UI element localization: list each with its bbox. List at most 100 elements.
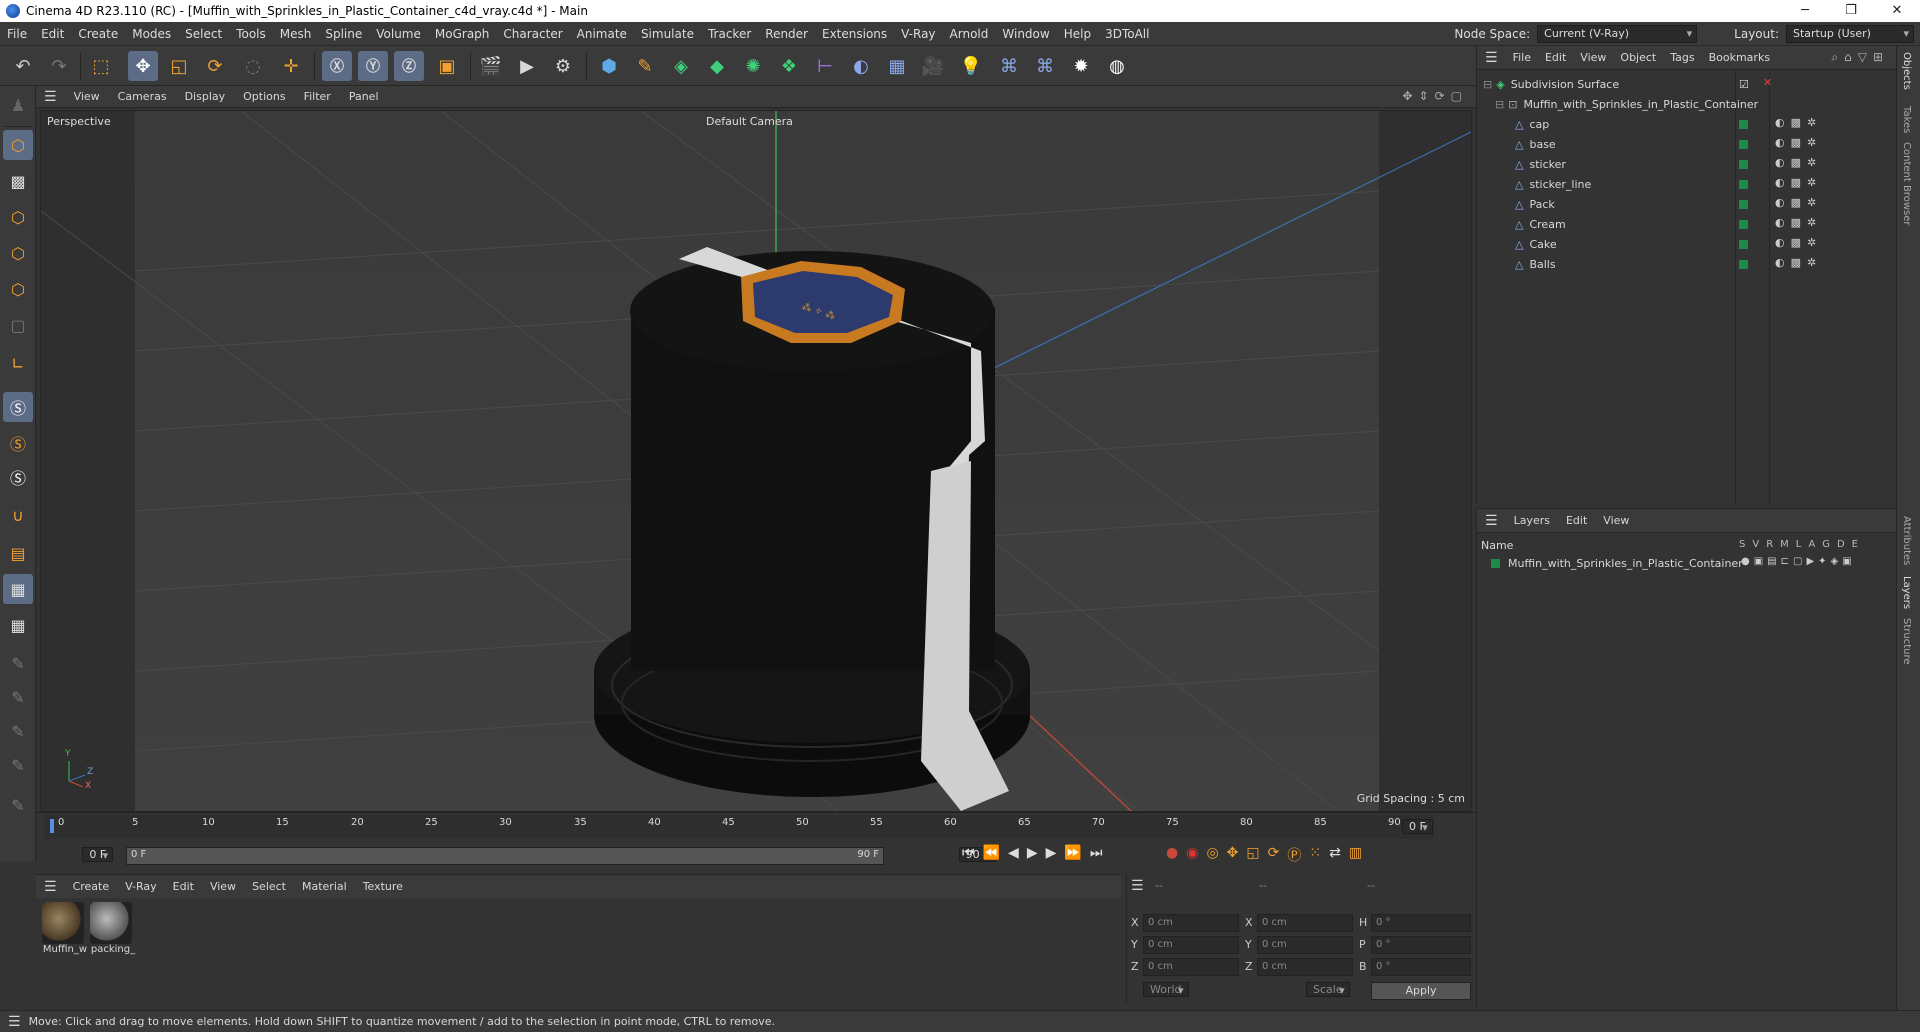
start-frame-field[interactable]: 0 F — [82, 847, 114, 862]
menu-extensions[interactable]: Extensions — [815, 27, 894, 41]
material-tags-icon[interactable]: ◐▩✲ — [1775, 256, 1822, 269]
frame-range-slider[interactable]: 0 F 90 F — [126, 847, 884, 865]
object-search-icons[interactable]: ⌕⌂▽⊞ — [1831, 50, 1889, 65]
position-x-field[interactable]: 0 cm — [1143, 914, 1239, 932]
menu-window[interactable]: Window — [995, 27, 1056, 41]
x-axis-lock-icon[interactable]: Ⓧ — [322, 51, 352, 81]
object-row-container[interactable]: ⊟ ⊡ Muffin_with_Sprinkles_in_Plastic_Con… — [1477, 94, 1897, 114]
position-key-icon[interactable]: ✥ — [1227, 845, 1239, 865]
edges-mode-icon[interactable]: ⬡ — [3, 238, 33, 268]
menu-volume[interactable]: Volume — [369, 27, 428, 41]
make-editable-icon[interactable]: ♟ — [3, 90, 33, 120]
z-axis-lock-icon[interactable]: Ⓩ — [394, 51, 424, 81]
python-generator-icon[interactable]: ⌘ — [1030, 51, 1060, 81]
material-tags-icon[interactable]: ◐▩✲ — [1775, 136, 1822, 149]
material-tags-icon[interactable]: ◐▩✲ — [1775, 156, 1822, 169]
material-tags-icon[interactable]: ◐▩✲ — [1775, 236, 1822, 249]
material-menu-material[interactable]: Material — [294, 880, 355, 893]
tab-layers[interactable]: Layers — [1901, 576, 1912, 609]
object-row-subdivision-surface[interactable]: ⊟ ◈ Subdivision Surface ☑ ✕ — [1477, 74, 1897, 94]
object-row-sticker-line[interactable]: △ sticker_line ◐▩✲ — [1477, 174, 1897, 194]
prev-frame-icon[interactable]: ◀ — [1008, 845, 1019, 861]
grid-icon[interactable]: ▦ — [3, 574, 33, 604]
menu-mesh[interactable]: Mesh — [273, 27, 319, 41]
magnet-icon[interactable]: ∪ — [3, 500, 33, 530]
menu-animate[interactable]: Animate — [570, 27, 634, 41]
floor-icon[interactable]: ▦ — [882, 51, 912, 81]
size-x-field[interactable]: 0 cm — [1257, 914, 1353, 932]
menu-spline[interactable]: Spline — [318, 27, 369, 41]
menu-select[interactable]: Select — [178, 27, 229, 41]
light-icon[interactable]: 💡 — [956, 51, 986, 81]
camera-label[interactable]: Default Camera — [706, 115, 793, 128]
workplane-icon[interactable]: ▤ — [3, 538, 33, 568]
layer-menu-layers[interactable]: Layers — [1506, 514, 1558, 527]
object-menu-view[interactable]: View — [1573, 51, 1613, 64]
knife-icon[interactable]: ✎ — [3, 750, 33, 780]
keyframe-selection-icon[interactable]: ◎ — [1206, 845, 1218, 865]
rotation-h-field[interactable]: 0 ° — [1371, 914, 1471, 932]
field-icon[interactable]: ◐ — [846, 51, 876, 81]
viewport-menu-panel[interactable]: Panel — [340, 90, 388, 103]
tab-objects[interactable]: Objects — [1901, 52, 1912, 90]
playhead[interactable] — [50, 819, 54, 833]
current-frame-field[interactable]: 0 F — [1402, 819, 1433, 834]
menu-modes[interactable]: Modes — [125, 27, 178, 41]
vray-globe-icon[interactable]: ◍ — [1102, 51, 1132, 81]
vray-settings-icon[interactable]: ✹ — [1066, 51, 1096, 81]
viewport-menu-cameras[interactable]: Cameras — [109, 90, 176, 103]
object-row-cap[interactable]: △ cap ◐▩✲ — [1477, 114, 1897, 134]
coord-system-dropdown[interactable]: World — [1143, 982, 1189, 997]
rotation-key-icon[interactable]: ⟳ — [1268, 845, 1280, 865]
pen-spline-icon[interactable]: ✎ — [630, 51, 660, 81]
polygons-mode-icon[interactable]: ⬡ — [3, 274, 33, 304]
menu-arnold[interactable]: Arnold — [943, 27, 996, 41]
layer-toggle-icons[interactable]: ●▣▤⊏▢▶✦◈▣ — [1741, 556, 1856, 567]
viewport-perspective[interactable]: ⁂ ✧ ⁂ Perspective Default Camera Grid Sp… — [40, 110, 1472, 812]
snap-icon[interactable]: Ⓢ — [3, 392, 33, 422]
menu-mograph[interactable]: MoGraph — [428, 27, 497, 41]
rotate-icon[interactable]: ⟳ — [200, 51, 230, 81]
material-tags-icon[interactable]: ◐▩✲ — [1775, 176, 1822, 189]
motion-clip-icon[interactable]: ⇄ — [1329, 845, 1341, 865]
close-button[interactable]: ✕ — [1874, 0, 1920, 22]
tab-structure[interactable]: Structure — [1901, 618, 1912, 665]
object-menu-tags[interactable]: Tags — [1663, 51, 1701, 64]
redo-icon[interactable]: ↷ — [44, 51, 74, 81]
scale-icon[interactable]: ◱ — [164, 51, 194, 81]
minimize-button[interactable]: ─ — [1782, 0, 1828, 22]
menu-tracker[interactable]: Tracker — [701, 27, 758, 41]
model-mode-icon[interactable]: ⬡ — [3, 130, 33, 160]
disable-x-icon[interactable]: ✕ — [1763, 76, 1772, 89]
object-row-balls[interactable]: △ Balls ◐▩✲ — [1477, 254, 1897, 274]
parameter-key-icon[interactable]: Ⓟ — [1287, 845, 1301, 865]
position-z-field[interactable]: 0 cm — [1143, 958, 1239, 976]
layer-color-swatch[interactable] — [1491, 558, 1500, 568]
material-item[interactable]: Muffin_w — [42, 902, 88, 955]
object-menu-bookmarks[interactable]: Bookmarks — [1702, 51, 1777, 64]
texture-mode-icon[interactable]: ▩ — [3, 166, 33, 196]
subdivision-surface-icon[interactable]: ◈ — [666, 51, 696, 81]
menu-vray[interactable]: V-Ray — [894, 27, 942, 41]
tab-content-browser[interactable]: Content Browser — [1901, 142, 1912, 225]
node-space-dropdown[interactable]: Current (V-Ray) — [1537, 25, 1698, 43]
python-icon[interactable]: ⌘ — [994, 51, 1024, 81]
extrude-icon[interactable]: ◆ — [702, 51, 732, 81]
menu-3dtoall[interactable]: 3DToAll — [1098, 27, 1156, 41]
tab-attributes[interactable]: Attributes — [1901, 516, 1912, 565]
render-settings-icon[interactable]: ⚙ — [548, 51, 578, 81]
quantize-icon[interactable]: Ⓢ — [3, 462, 33, 492]
menu-character[interactable]: Character — [496, 27, 569, 41]
size-mode-dropdown[interactable]: Scale — [1306, 982, 1350, 997]
material-tags-icon[interactable]: ◐▩✲ — [1775, 216, 1822, 229]
mograph-icon[interactable]: ❖ — [774, 51, 804, 81]
layer-menu-edit[interactable]: Edit — [1558, 514, 1595, 527]
cube-object-icon[interactable]: ⬢ — [594, 51, 624, 81]
transform-icon[interactable]: ✛ — [276, 51, 306, 81]
object-menu-object[interactable]: Object — [1613, 51, 1663, 64]
undo-icon[interactable]: ↶ — [8, 51, 38, 81]
object-row-sticker[interactable]: △ sticker ◐▩✲ — [1477, 154, 1897, 174]
material-menu-edit[interactable]: Edit — [165, 880, 202, 893]
material-hamburger-icon[interactable]: ☰ — [36, 879, 65, 895]
play-icon[interactable]: ▶ — [1027, 845, 1038, 861]
